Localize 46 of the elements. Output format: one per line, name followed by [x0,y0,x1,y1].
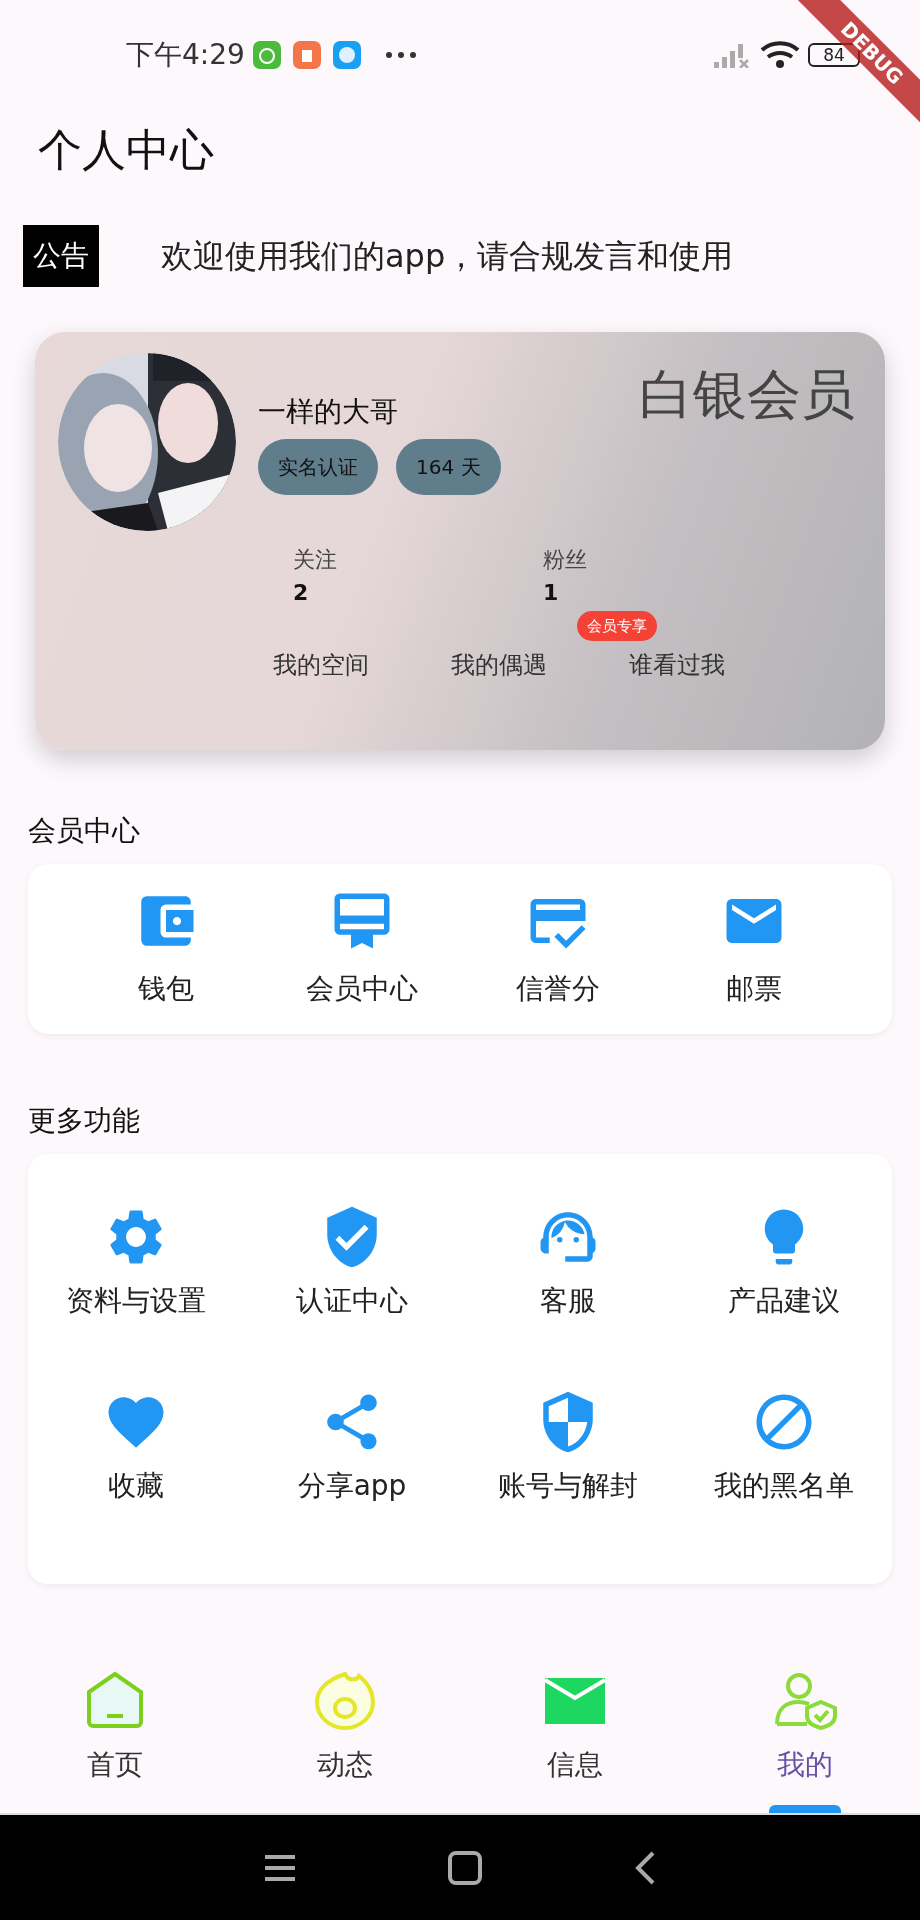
feature-item[interactable]: 我的黑名单 [676,1369,892,1554]
feature-item[interactable]: 账号与解封 [460,1369,676,1554]
nav-tab[interactable]: 动态 [317,1744,373,1786]
profile-chip: 实名认证 [258,439,378,495]
nav-tab[interactable]: 首页 [87,1744,143,1786]
member-badge: 会员专享 [577,611,657,641]
member-item[interactable]: 会员中心 [264,864,460,1034]
feature-item[interactable]: 分享app [244,1369,460,1554]
profile-chip: 164 天 [396,439,501,495]
signal-icon [712,42,752,68]
more-icon [384,51,417,59]
feature-item[interactable]: 客服 [460,1184,676,1369]
nav-tab[interactable]: 信息 [547,1744,603,1786]
app-notification-icon [292,41,321,69]
menu-icon[interactable] [263,1852,297,1883]
section-title: 更多功能 [28,1103,141,1139]
stat-value: 2 [293,579,310,607]
user-name: 一样的大哥 [258,394,399,430]
member-item[interactable]: 邮票 [656,864,852,1034]
user-shield-icon [773,1670,837,1730]
section-title: 会员中心 [28,813,141,849]
active-tab-indicator [769,1805,841,1813]
feature-item[interactable]: 收藏 [28,1369,244,1554]
back-icon[interactable] [633,1849,657,1886]
status-time: 下午4:29 [126,37,245,73]
nav-tab[interactable]: 我的 [777,1744,833,1786]
app-notification-icon [252,41,281,69]
flame-icon [313,1670,377,1730]
feature-item[interactable]: 资料与设置 [28,1184,244,1369]
stat-label: 粉丝 [543,546,588,574]
profile-link[interactable]: 谁看过我 [629,651,725,679]
member-item[interactable]: 信誉分 [460,864,656,1034]
stat-label: 关注 [293,546,338,574]
app-notification-icon [332,41,361,69]
member-item[interactable]: 钱包 [68,864,264,1034]
notice-text: 欢迎使用我们的app，请合规发言和使用 [161,236,734,277]
member-level: 白银会员 [639,362,855,428]
profile-link[interactable]: 我的空间 [273,651,369,679]
feature-item[interactable]: 认证中心 [244,1184,460,1369]
stat-value: 1 [543,579,560,607]
profile-link[interactable]: 我的偶遇 [451,651,547,679]
page-title: 个人中心 [38,123,214,177]
home-button-icon[interactable] [447,1849,483,1886]
feature-item[interactable]: 产品建议 [676,1184,892,1369]
wifi-icon [760,40,800,70]
notice-tag: 公告 [23,225,99,287]
